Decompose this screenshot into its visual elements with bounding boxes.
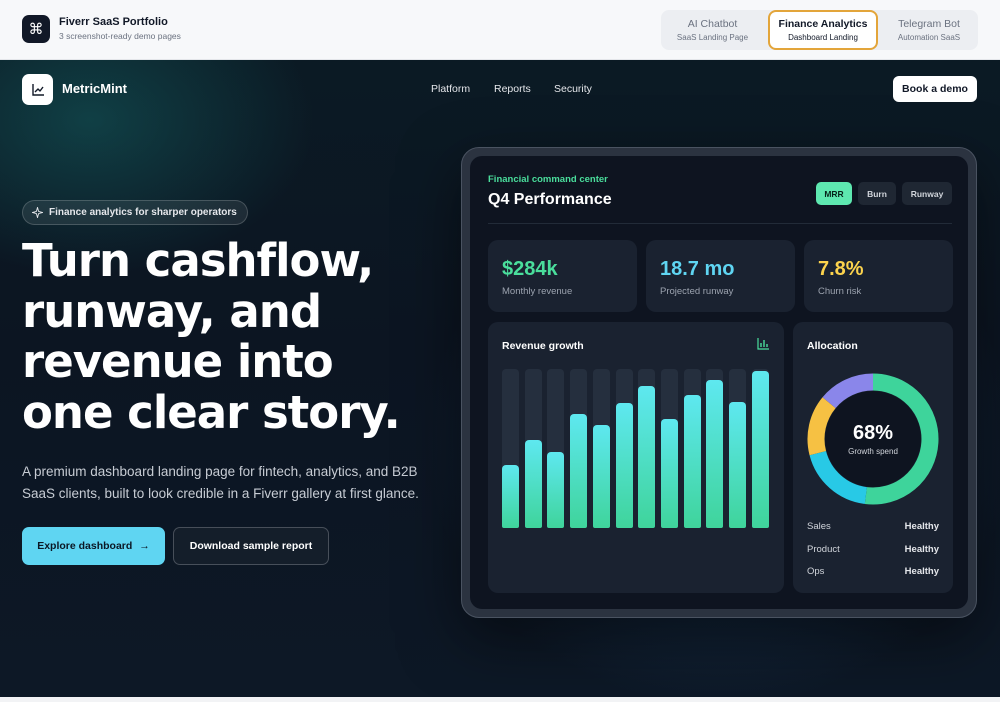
stat-value: $284k bbox=[502, 258, 558, 280]
revenue-bar bbox=[729, 401, 746, 528]
headline-line: revenue into bbox=[22, 335, 334, 388]
revenue-bar bbox=[524, 440, 542, 528]
stat-card-churn: 7.8% Churn risk bbox=[804, 240, 953, 312]
demo-tabs: AI Chatbot SaaS Landing Page Finance Ana… bbox=[661, 10, 978, 50]
segment-burn[interactable]: Burn bbox=[858, 182, 896, 205]
line-chart-icon bbox=[31, 83, 44, 96]
stat-card-runway: 18.7 mo Projected runway bbox=[646, 240, 795, 312]
dashboard-screen: Financial command center Q4 Performance … bbox=[470, 156, 968, 609]
tab-sub: Automation SaaS bbox=[897, 33, 961, 42]
revenue-bar bbox=[683, 395, 701, 528]
revenue-bar bbox=[660, 418, 678, 528]
portfolio-title: Fiverr SaaS Portfolio bbox=[59, 16, 168, 28]
explore-dashboard-button[interactable]: Explore dashboard → bbox=[22, 527, 165, 565]
revenue-bar bbox=[570, 413, 588, 528]
tab-telegram-bot[interactable]: Telegram Bot Automation SaaS bbox=[880, 10, 978, 50]
headline-line: Turn cashflow, bbox=[22, 234, 374, 287]
donut-value: 68% bbox=[852, 422, 894, 444]
revenue-bar bbox=[547, 452, 565, 528]
hero-badge: Finance analytics for sharper operators bbox=[22, 200, 248, 225]
donut-label: Growth spend bbox=[848, 447, 898, 456]
headline-line: runway, and bbox=[22, 284, 322, 338]
allocation-status: Healthy bbox=[904, 521, 939, 532]
explore-dashboard-label: Explore dashboard bbox=[37, 540, 133, 552]
stat-label: Monthly revenue bbox=[502, 286, 573, 297]
allocation-status: Healthy bbox=[904, 544, 939, 555]
revenue-bar bbox=[592, 424, 610, 528]
headline-line: one clear story. bbox=[22, 385, 401, 439]
allocation-name: Sales bbox=[807, 521, 831, 532]
nav-platform[interactable]: Platform bbox=[431, 83, 470, 95]
hero-headline: Turn cashflow, runway, and revenue into … bbox=[22, 234, 462, 439]
sparkle-icon bbox=[32, 207, 43, 218]
tab-label: Finance Analytics bbox=[778, 18, 868, 30]
nav-reports[interactable]: Reports bbox=[494, 83, 531, 95]
segment-runway[interactable]: Runway bbox=[902, 182, 952, 205]
page-bottom-strip bbox=[0, 697, 1000, 702]
revenue-bar bbox=[751, 370, 769, 528]
dashboard-eyebrow: Financial command center bbox=[488, 174, 608, 185]
stat-value: 7.8% bbox=[818, 258, 864, 280]
hero-section: MetricMint Platform Reports Security Boo… bbox=[0, 60, 1000, 697]
tab-label: Telegram Bot bbox=[898, 18, 960, 30]
dashboard-mockup: Financial command center Q4 Performance … bbox=[461, 147, 977, 618]
nav-security[interactable]: Security bbox=[554, 83, 592, 95]
revenue-bar bbox=[706, 379, 724, 528]
tab-label: AI Chatbot bbox=[687, 18, 738, 30]
portfolio-bar: ⌘ Fiverr SaaS Portfolio 3 screenshot-rea… bbox=[0, 0, 1000, 60]
download-report-button[interactable]: Download sample report bbox=[173, 527, 329, 565]
allocation-name: Ops bbox=[807, 566, 825, 577]
stat-label: Projected runway bbox=[660, 286, 734, 297]
dashboard-title: Q4 Performance bbox=[488, 191, 612, 208]
command-icon: ⌘ bbox=[22, 15, 50, 43]
allocation-status: Healthy bbox=[904, 566, 939, 577]
arrow-right-icon: → bbox=[139, 540, 150, 552]
allocation-name: Product bbox=[807, 544, 840, 555]
tab-finance-analytics[interactable]: Finance Analytics Dashboard Landing bbox=[768, 10, 878, 50]
allocation-donut: 68% Growth spend bbox=[807, 373, 939, 505]
book-demo-button[interactable]: Book a demo bbox=[893, 76, 977, 102]
hero-badge-label: Finance analytics for sharper operators bbox=[49, 207, 237, 218]
tab-sub: SaaS Landing Page bbox=[676, 33, 749, 42]
revenue-bar bbox=[615, 403, 633, 528]
stat-label: Churn risk bbox=[818, 286, 862, 297]
segment-mrr[interactable]: MRR bbox=[816, 182, 852, 205]
stat-value: 18.7 mo bbox=[660, 258, 735, 280]
donut-center: 68% Growth spend bbox=[807, 373, 939, 505]
hero-description: A premium dashboard landing page for fin… bbox=[22, 464, 419, 501]
revenue-growth-title: Revenue growth bbox=[502, 340, 584, 352]
brand-logo[interactable] bbox=[22, 74, 53, 105]
stat-card-revenue: $284k Monthly revenue bbox=[488, 240, 637, 312]
tab-ai-chatbot[interactable]: AI Chatbot SaaS Landing Page bbox=[661, 10, 764, 50]
revenue-bar bbox=[502, 464, 519, 528]
bar-chart-icon[interactable] bbox=[757, 338, 770, 350]
tab-sub: Dashboard Landing bbox=[788, 33, 858, 42]
allocation-card: Allocation 68% Growth spend Sales Health… bbox=[793, 322, 953, 593]
revenue-bars bbox=[502, 369, 770, 528]
revenue-bar bbox=[638, 386, 656, 528]
revenue-growth-card: Revenue growth bbox=[488, 322, 784, 593]
brand-name[interactable]: MetricMint bbox=[62, 81, 127, 96]
allocation-title: Allocation bbox=[807, 340, 858, 352]
portfolio-subtitle: 3 screenshot-ready demo pages bbox=[59, 31, 181, 41]
header-divider bbox=[488, 223, 952, 224]
